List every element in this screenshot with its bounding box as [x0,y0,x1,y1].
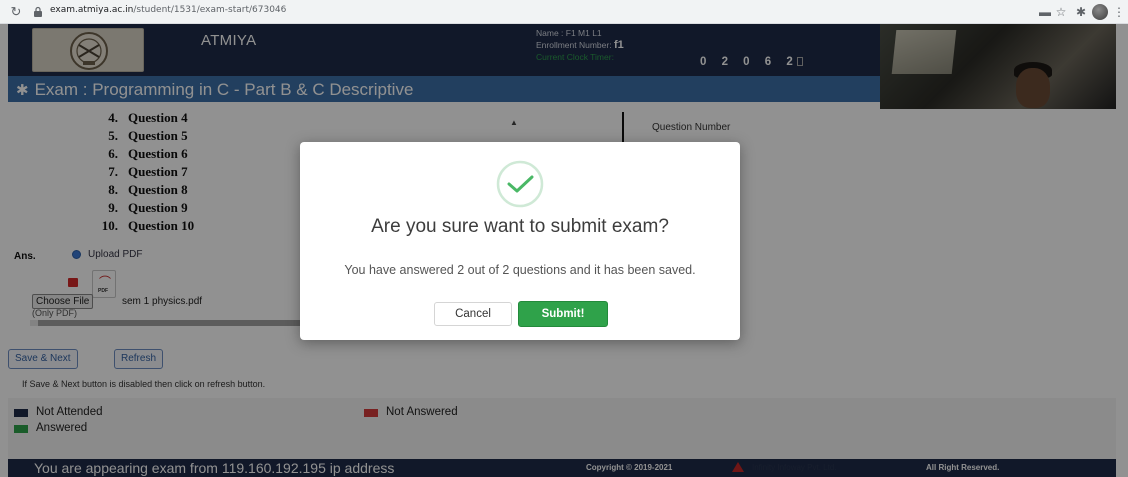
cancel-button[interactable]: Cancel [434,302,512,326]
lock-icon [34,6,42,17]
dialog-message: You have answered 2 out of 2 questions a… [344,263,696,277]
star-icon[interactable]: ☆ [1054,5,1068,19]
menu-icon[interactable]: ⋮ [1112,5,1126,19]
browser-toolbar: ↻ exam.atmiya.ac.in/student/1531/exam-st… [0,0,1128,24]
reload-icon[interactable]: ↻ [8,4,24,20]
check-circle-icon [496,160,544,208]
profile-avatar[interactable] [1092,4,1108,20]
key-icon[interactable]: ▬ [1038,5,1052,19]
url-host: exam.atmiya.ac.in [50,5,134,15]
submit-button[interactable]: Submit! [518,301,608,327]
address-bar[interactable]: exam.atmiya.ac.in/student/1531/exam-star… [50,5,286,15]
submit-confirm-dialog: Are you sure want to submit exam? You ha… [300,142,740,340]
dialog-title: Are you sure want to submit exam? [371,216,669,237]
url-path: /student/1531/exam-start/673046 [133,5,287,15]
extensions-icon[interactable]: ✱ [1074,5,1088,19]
